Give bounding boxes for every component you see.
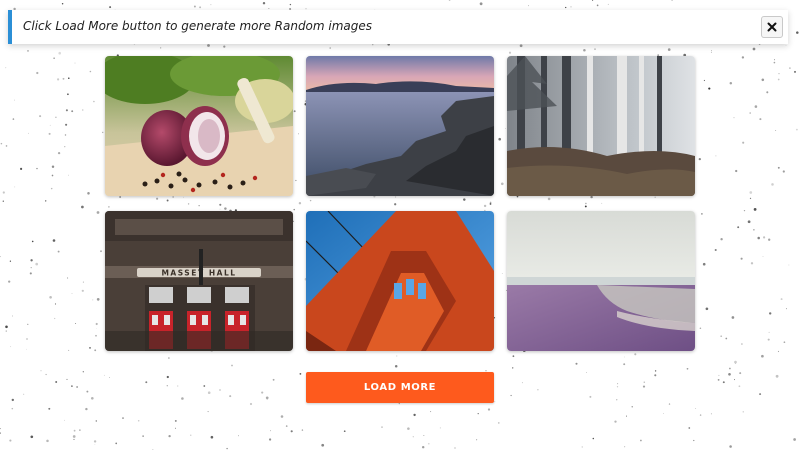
golden-gate-bridge-tower-photo [306,211,494,351]
hazy-beach-photo [507,211,695,351]
massey-hall-building-photo: MASSEY HALL [105,211,293,351]
close-icon [767,22,777,32]
gallery-image-massey-hall[interactable]: MASSEY HALL [105,211,293,351]
gallery-image-onion[interactable] [105,56,293,196]
info-banner-text: Click Load More button to generate more … [23,19,373,33]
gallery-image-beach[interactable] [507,211,695,351]
onion-and-peppercorns-photo [105,56,293,196]
rocky-coast-at-sunset-photo [306,56,494,196]
load-more-button[interactable]: LOAD MORE [306,372,494,403]
gallery-image-bridge[interactable] [306,211,494,351]
close-button[interactable] [761,16,783,38]
gallery-image-coast[interactable] [306,56,494,196]
info-banner: Click Load More button to generate more … [8,10,788,44]
gallery-image-forest[interactable] [507,56,695,196]
misty-forest-photo [507,56,695,196]
